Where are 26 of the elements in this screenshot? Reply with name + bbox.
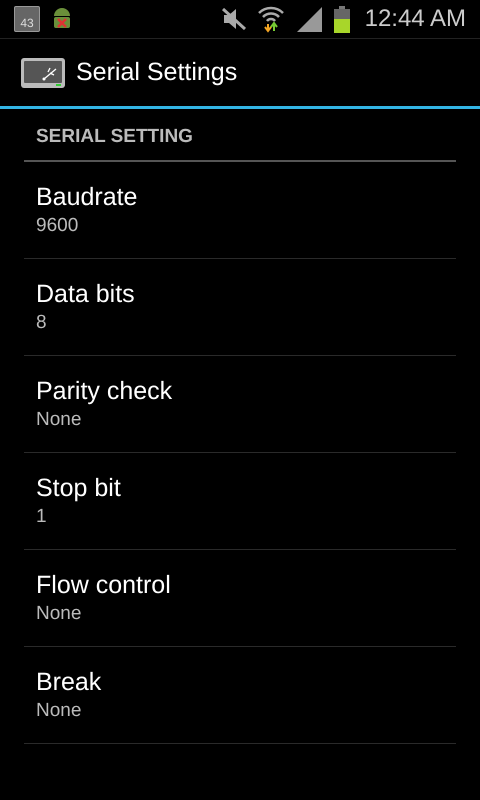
preference-title: Data bits (36, 278, 136, 310)
clock-time: 12:44 AM (364, 4, 466, 34)
preference-item[interactable]: Break None (24, 646, 456, 744)
preference-summary: 1 (36, 504, 48, 528)
preference-title: Flow control (36, 570, 172, 600)
preference-summary: None (36, 698, 82, 722)
preference-item[interactable]: Data bits 8 (24, 258, 456, 356)
app-title: Serial Settings (76, 56, 238, 88)
wifi-icon (256, 5, 285, 33)
preference-summary: 9600 (36, 214, 80, 238)
preference-summary: None (36, 602, 82, 626)
preference-title: Stop bit (36, 472, 122, 504)
preference-summary: 8 (36, 310, 48, 334)
preference-title: Parity check (36, 376, 174, 406)
signal-icon (294, 5, 323, 33)
preference-item[interactable]: Baudrate 9600 (24, 162, 456, 258)
preference-item[interactable]: Stop bit 1 (24, 452, 456, 550)
preference-item[interactable]: Parity check None (24, 356, 456, 452)
preference-title: Baudrate (36, 182, 138, 212)
preference-title: Break (36, 666, 102, 698)
preference-item[interactable]: Flow control None (24, 550, 456, 646)
section-header: SERIAL SETTING (36, 126, 193, 147)
mute-icon (220, 7, 247, 31)
preference-summary: None (36, 408, 82, 432)
calendar-day: 43 (20, 15, 34, 31)
battery-icon (332, 5, 351, 33)
